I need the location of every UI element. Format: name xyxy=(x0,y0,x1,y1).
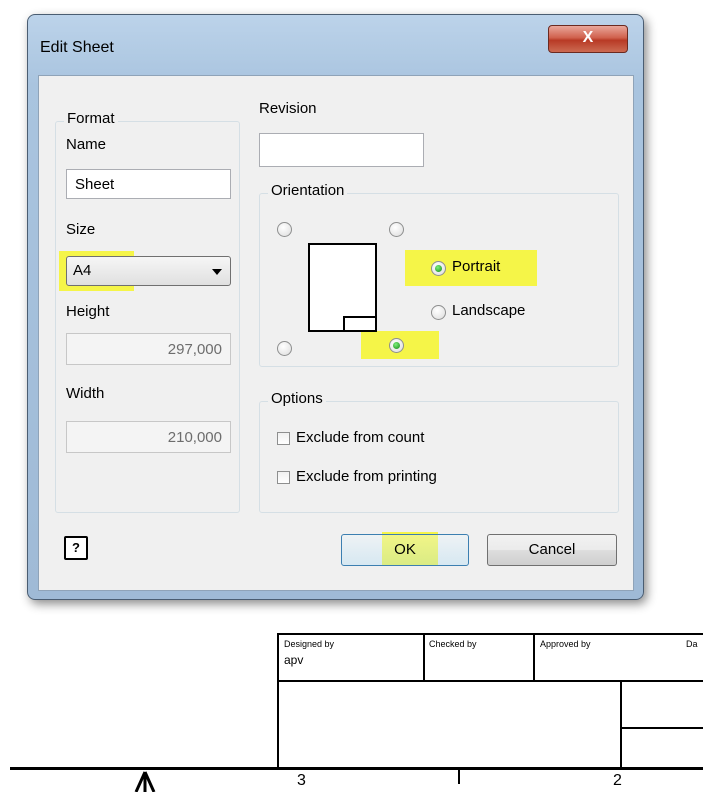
name-label: Name xyxy=(66,136,107,153)
dialog-title: Edit Sheet xyxy=(40,39,114,56)
revision-label: Revision xyxy=(259,100,317,117)
edit-sheet-dialog: Edit Sheet X Format Name Size A4 Height … xyxy=(27,14,644,600)
zone-3-label: 3 xyxy=(297,772,306,789)
help-icon: ? xyxy=(72,540,80,555)
exclude-printing-label[interactable]: Exclude from printing xyxy=(296,468,437,485)
size-dropdown[interactable]: A4 xyxy=(66,256,231,286)
checked-by-label: Checked by xyxy=(429,639,477,649)
tb-div-2 xyxy=(533,633,535,681)
cancel-button[interactable]: Cancel xyxy=(487,534,617,566)
close-button[interactable]: X xyxy=(548,25,628,53)
options-legend: Options xyxy=(268,390,326,407)
width-label: Width xyxy=(66,385,105,402)
landscape-label[interactable]: Landscape xyxy=(452,302,525,319)
tb-mid-line xyxy=(277,680,703,682)
tb-left-line xyxy=(277,633,279,768)
tb-div-1 xyxy=(423,633,425,681)
tb-right-line xyxy=(620,727,703,729)
revision-field[interactable] xyxy=(259,133,424,167)
size-label: Size xyxy=(66,221,96,238)
corner-bottom-right-radio[interactable] xyxy=(389,338,404,353)
options-group xyxy=(259,401,619,513)
zone-tick xyxy=(458,770,460,784)
corner-bottom-left-radio[interactable] xyxy=(277,341,292,356)
exclude-printing-checkbox[interactable] xyxy=(277,471,290,484)
date-label: Da xyxy=(686,639,698,649)
exclude-count-checkbox[interactable] xyxy=(277,432,290,445)
exclude-count-label[interactable]: Exclude from count xyxy=(296,429,424,446)
tb-div-3 xyxy=(620,680,622,768)
zone-2-label: 2 xyxy=(613,772,622,789)
corner-top-right-radio[interactable] xyxy=(389,222,404,237)
title-block-preview xyxy=(343,316,377,332)
chevron-down-icon xyxy=(212,269,222,275)
approved-by-label: Approved by xyxy=(540,639,591,649)
portrait-label[interactable]: Portrait xyxy=(452,258,500,275)
height-field xyxy=(66,333,231,365)
corner-top-left-radio[interactable] xyxy=(277,222,292,237)
designed-by-value: apv xyxy=(284,653,304,667)
landscape-radio[interactable] xyxy=(431,305,446,320)
ok-button[interactable]: OK xyxy=(341,534,469,566)
close-icon: X xyxy=(582,29,594,46)
help-button[interactable]: ? xyxy=(64,536,88,560)
size-selected-value: A4 xyxy=(73,262,92,279)
dialog-client-area: Format Name Size A4 Height Width Revisio… xyxy=(38,75,634,591)
tb-top-line xyxy=(277,633,703,635)
center-mark-icon xyxy=(134,771,156,792)
portrait-radio[interactable] xyxy=(431,261,446,276)
name-field[interactable] xyxy=(66,169,231,199)
width-field xyxy=(66,421,231,453)
border-line xyxy=(10,767,703,770)
height-label: Height xyxy=(66,303,110,320)
orientation-legend: Orientation xyxy=(268,182,348,199)
designed-by-label: Designed by xyxy=(284,639,335,649)
format-legend: Format xyxy=(64,110,118,127)
